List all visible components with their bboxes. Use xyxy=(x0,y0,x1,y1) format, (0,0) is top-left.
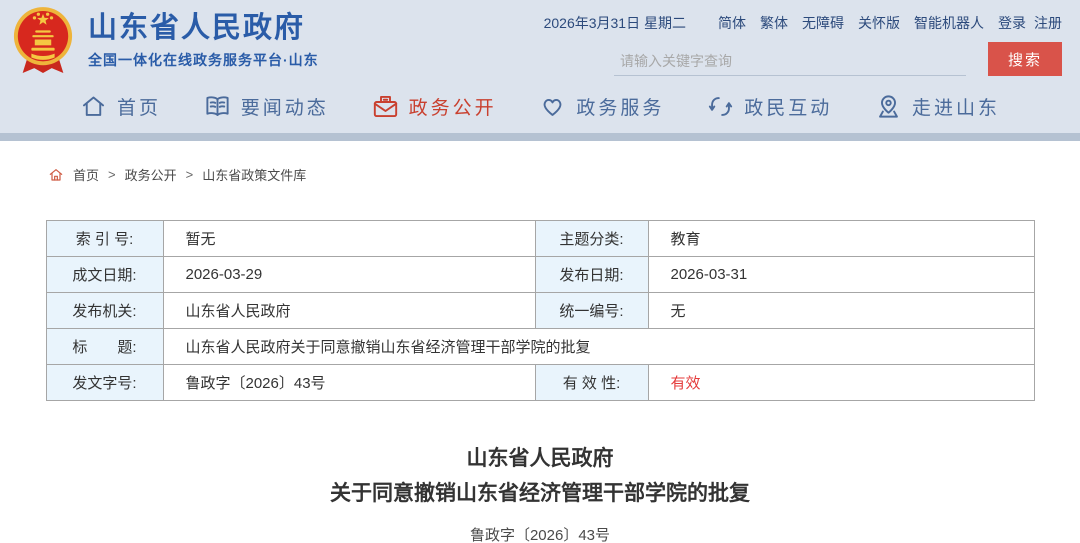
nav-item-interaction[interactable]: 政民互动 xyxy=(707,93,832,120)
meta-value-publish-date: 2026-03-31 xyxy=(648,257,1034,293)
nav-item-home[interactable]: 首页 xyxy=(80,93,161,120)
table-row: 标 题: 山东省人民政府关于同意撤销山东省经济管理干部学院的批复 xyxy=(46,329,1034,365)
breadcrumb-separator: > xyxy=(186,167,194,182)
nav-item-news[interactable]: 要闻动态 xyxy=(204,93,329,120)
meta-value-category: 教育 xyxy=(648,221,1034,257)
site-title: 山东省人民政府 xyxy=(88,11,319,45)
topbar: 2026年3月31日 星期二 简体 繁体 无障碍 关怀版 智能机器人 登录 注册 xyxy=(544,13,1062,33)
meta-value-title: 山东省人民政府关于同意撤销山东省经济管理干部学院的批复 xyxy=(163,329,1034,365)
site-header: 山东省人民政府 全国一体化在线政务服务平台·山东 2026年3月31日 星期二 … xyxy=(0,0,1080,133)
link-care-version[interactable]: 关怀版 xyxy=(858,13,900,33)
document-header: 山东省人民政府 关于同意撤销山东省经济管理干部学院的批复 鲁政字〔2026〕43… xyxy=(0,441,1080,543)
nav-item-about[interactable]: 走进山东 xyxy=(875,93,1000,120)
main-nav: 首页 要闻动态 政务公开 政务服务 xyxy=(0,80,1080,133)
table-row: 成文日期: 2026-03-29 发布日期: 2026-03-31 xyxy=(46,257,1034,293)
document-meta-table: 索 引 号: 暂无 主题分类: 教育 成文日期: 2026-03-29 发布日期… xyxy=(46,220,1035,401)
nav-label: 政务服务 xyxy=(576,93,664,120)
meta-label-publish-date: 发布日期: xyxy=(535,257,648,293)
link-simplified[interactable]: 简体 xyxy=(718,13,746,33)
meta-value-issuing-agency: 山东省人民政府 xyxy=(163,293,535,329)
map-pin-icon xyxy=(875,93,902,120)
nav-label: 走进山东 xyxy=(912,93,1000,120)
meta-label-validity: 有 效 性: xyxy=(535,365,648,401)
breadcrumb: 首页 > 政务公开 > 山东省政策文件库 xyxy=(48,165,1080,184)
breadcrumb-policy-library[interactable]: 山东省政策文件库 xyxy=(202,165,306,184)
interaction-icon xyxy=(707,93,734,120)
current-date: 2026年3月31日 星期二 xyxy=(544,13,686,33)
logo-text: 山东省人民政府 全国一体化在线政务服务平台·山东 xyxy=(88,11,319,70)
link-accessibility[interactable]: 无障碍 xyxy=(802,13,844,33)
nav-item-services[interactable]: 政务服务 xyxy=(539,93,664,120)
search-bar: 搜索 xyxy=(614,42,1062,76)
meta-value-doc-number: 鲁政字〔2026〕43号 xyxy=(163,365,535,401)
site-logo[interactable]: 山东省人民政府 全国一体化在线政务服务平台·山东 xyxy=(12,5,319,75)
document-number: 鲁政字〔2026〕43号 xyxy=(0,524,1080,543)
table-row: 索 引 号: 暂无 主题分类: 教育 xyxy=(46,221,1034,257)
meta-label-unified-number: 统一编号: xyxy=(535,293,648,329)
meta-value-index: 暂无 xyxy=(163,221,535,257)
meta-label-written-date: 成文日期: xyxy=(46,257,163,293)
site-subtitle: 全国一体化在线政务服务平台·山东 xyxy=(88,50,319,70)
envelope-icon xyxy=(372,93,399,120)
meta-value-unified-number: 无 xyxy=(648,293,1034,329)
heart-icon xyxy=(539,93,566,120)
meta-label-index: 索 引 号: xyxy=(46,221,163,257)
meta-value-written-date: 2026-03-29 xyxy=(163,257,535,293)
link-traditional[interactable]: 繁体 xyxy=(760,13,788,33)
link-smart-robot[interactable]: 智能机器人 xyxy=(914,13,984,33)
breadcrumb-separator: > xyxy=(108,167,116,182)
book-icon xyxy=(204,93,231,120)
breadcrumb-gov-info[interactable]: 政务公开 xyxy=(125,165,177,184)
nav-label: 首页 xyxy=(117,93,161,120)
national-emblem-icon xyxy=(12,5,74,75)
nav-label: 要闻动态 xyxy=(241,93,329,120)
header-divider xyxy=(0,133,1080,141)
meta-label-issuing-agency: 发布机关: xyxy=(46,293,163,329)
home-icon xyxy=(80,93,107,120)
nav-label: 政民互动 xyxy=(744,93,832,120)
meta-label-category: 主题分类: xyxy=(535,221,648,257)
page-content: 首页 > 政务公开 > 山东省政策文件库 索 引 号: 暂无 主题分类: 教育 … xyxy=(0,141,1080,543)
table-row: 发文字号: 鲁政字〔2026〕43号 有 效 性: 有效 xyxy=(46,365,1034,401)
search-button[interactable]: 搜索 xyxy=(988,42,1062,76)
link-register[interactable]: 注册 xyxy=(1034,13,1062,33)
link-login[interactable]: 登录 xyxy=(998,13,1026,33)
document-title-line1: 山东省人民政府 xyxy=(0,441,1080,476)
search-input[interactable] xyxy=(614,46,966,76)
meta-label-title: 标 题: xyxy=(46,329,163,365)
table-row: 发布机关: 山东省人民政府 统一编号: 无 xyxy=(46,293,1034,329)
meta-value-validity: 有效 xyxy=(648,365,1034,401)
document-title-line2: 关于同意撤销山东省经济管理干部学院的批复 xyxy=(0,476,1080,511)
nav-label: 政务公开 xyxy=(409,93,497,120)
breadcrumb-home[interactable]: 首页 xyxy=(73,165,99,184)
meta-label-doc-number: 发文字号: xyxy=(46,365,163,401)
home-icon xyxy=(48,167,64,183)
nav-item-gov-info[interactable]: 政务公开 xyxy=(372,93,497,120)
